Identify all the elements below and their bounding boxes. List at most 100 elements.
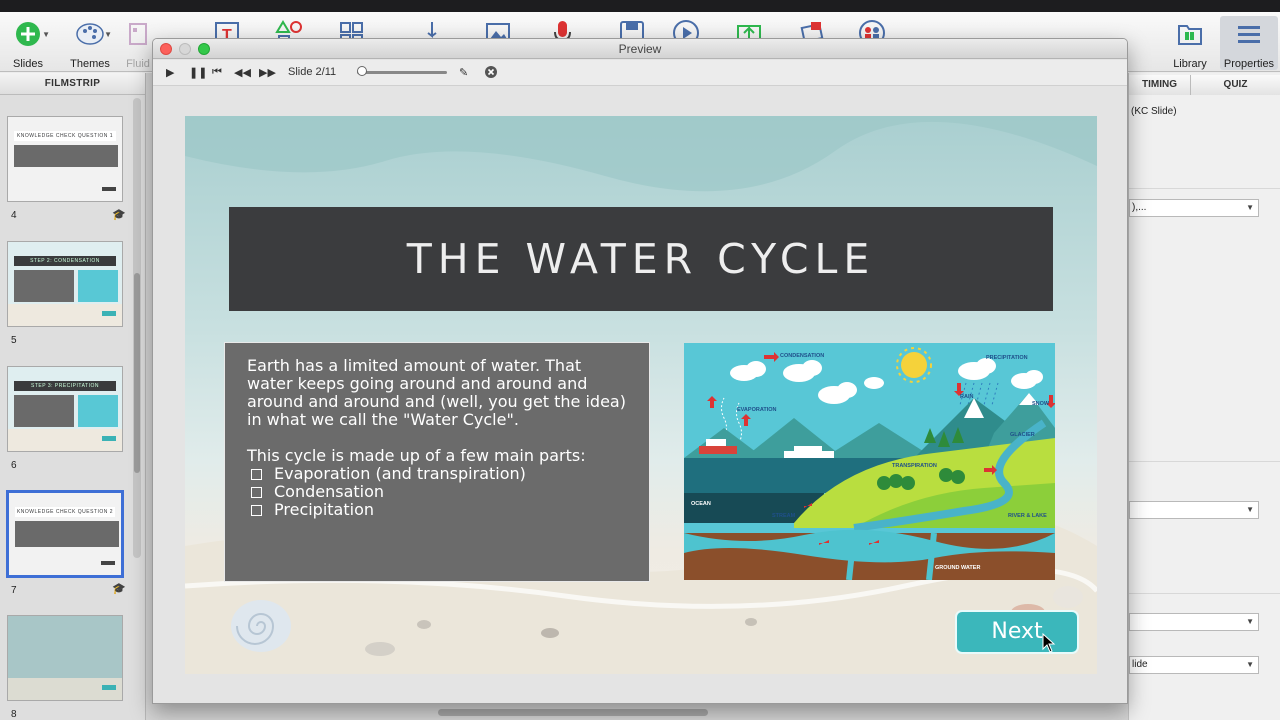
thumb-textbox: [14, 270, 74, 302]
tab-quiz[interactable]: QUIZ: [1191, 75, 1280, 95]
zoom-window-button[interactable]: [198, 43, 210, 55]
tab-timing[interactable]: TIMING: [1129, 75, 1191, 95]
water-cycle-illustration: CONDENSATION PRECIPITATION EVAPORATION R…: [684, 343, 1055, 580]
filmstrip-thumb-7[interactable]: KNOWLEDGE CHECK QUESTION 2: [6, 490, 124, 578]
slide-number: 8: [11, 709, 17, 720]
slides-label: Slides: [13, 58, 43, 70]
thumb-button: [101, 561, 115, 565]
slide-number: 4: [11, 210, 17, 221]
ocean-label: OCEAN: [691, 501, 711, 507]
library-label: Library: [1173, 58, 1207, 70]
slide-title: THE WATER CYCLE: [406, 235, 876, 283]
slide-type-label: (KC Slide): [1131, 106, 1177, 117]
pebble-decoration: [745, 618, 757, 626]
list-item-text: Evaporation (and transpiration): [274, 464, 526, 483]
filmstrip-thumb-8[interactable]: [7, 615, 123, 701]
thumb-title: STEP 2: CONDENSATION: [14, 256, 116, 266]
thumb-button: [102, 436, 116, 441]
properties-label: Properties: [1223, 58, 1275, 70]
scrollbar-thumb[interactable]: [134, 273, 140, 473]
thumb-title: KNOWLEDGE CHECK QUESTION 1: [14, 131, 116, 141]
pebble-decoration: [1053, 586, 1083, 608]
chevron-down-icon: ▼: [42, 30, 50, 39]
title-banner: THE WATER CYCLE: [229, 207, 1053, 311]
checkbox-icon: [251, 486, 262, 498]
dropdown-value: ),...: [1132, 202, 1147, 213]
filmstrip-thumb-5[interactable]: STEP 2: CONDENSATION: [7, 241, 123, 327]
previous-icon[interactable]: ◀◀: [234, 66, 251, 79]
properties-panel: TIMING QUIZ (KC Slide) ),... ▼ ▼ ▼ lide ▼: [1128, 73, 1280, 720]
seashell-decoration: [231, 600, 291, 652]
preview-window: Preview ▶ ❚❚ ⏮ ◀◀ ▶▶ Slide 2/11 ✎ THE WA…: [152, 38, 1128, 704]
pebble-decoration: [365, 642, 395, 656]
quiz-cap-icon: 🎓: [112, 583, 126, 595]
divider: [1129, 461, 1280, 462]
mouse-pointer-icon: [1042, 633, 1056, 653]
properties-button[interactable]: Properties: [1220, 16, 1278, 70]
quiz-cap-icon: 🎓: [112, 209, 126, 221]
transpiration-label: TRANSPIRATION: [892, 463, 937, 469]
fluid-boxes-icon: [129, 23, 147, 45]
minimize-window-button[interactable]: [179, 43, 191, 55]
dropdown-value: lide: [1132, 659, 1148, 670]
list-item-text: Precipitation: [274, 500, 375, 519]
pause-icon[interactable]: ❚❚: [189, 66, 207, 79]
next-button[interactable]: Next: [955, 610, 1079, 654]
filmstrip-panel: FILMSTRIP KNOWLEDGE CHECK QUESTION 1 4 🎓…: [0, 73, 146, 720]
slide-number: 7: [11, 585, 17, 596]
themes-label: Themes: [70, 58, 110, 70]
slide-number: 6: [11, 460, 17, 471]
evaporation-label: EVAPORATION: [737, 407, 777, 413]
checkbox-icon: [251, 468, 262, 480]
chevron-down-icon: ▼: [1246, 660, 1254, 669]
intro-paragraph: Earth has a limited amount of water. Tha…: [247, 356, 626, 429]
list-item-text: Condensation: [274, 482, 385, 501]
palette-icon: [76, 23, 104, 45]
slide-number: 5: [11, 335, 17, 346]
property-dropdown-4[interactable]: lide ▼: [1129, 656, 1259, 674]
content-textbox: Earth has a limited amount of water. Tha…: [224, 342, 650, 582]
chevron-down-icon: ▼: [1246, 505, 1254, 514]
horizontal-scrollbar[interactable]: [438, 709, 708, 716]
filmstrip-scrollbar[interactable]: [133, 98, 141, 558]
rain-label: RAIN: [960, 394, 973, 400]
close-preview-icon[interactable]: [484, 65, 498, 79]
filmstrip-thumb-4[interactable]: KNOWLEDGE CHECK QUESTION 1: [7, 116, 123, 202]
pebble-decoration: [541, 628, 559, 638]
river-lake-label: RIVER & LAKE: [1008, 513, 1047, 519]
themes-button[interactable]: ▼ Themes: [62, 16, 118, 70]
property-dropdown-1[interactable]: ),... ▼: [1129, 199, 1259, 217]
add-slide-icon: [16, 22, 40, 46]
property-dropdown-2[interactable]: ▼: [1129, 501, 1259, 519]
properties-list-icon: [1238, 26, 1260, 43]
preview-titlebar: Preview: [153, 39, 1127, 59]
chevron-down-icon: ▼: [104, 30, 112, 39]
playback-controls: ▶ ❚❚ ⏮ ◀◀ ▶▶ Slide 2/11 ✎: [153, 60, 1127, 86]
thumb-button: [102, 187, 116, 191]
thumb-button: [102, 311, 116, 316]
thumb-image: [78, 270, 118, 302]
list-heading: This cycle is made up of a few main part…: [247, 446, 586, 465]
pebble-decoration: [417, 620, 431, 629]
play-icon[interactable]: ▶: [166, 66, 174, 79]
preview-window-title: Preview: [618, 42, 662, 56]
progress-slider-track[interactable]: [357, 71, 447, 74]
list-item-precipitation: Precipitation: [247, 501, 627, 519]
slides-button[interactable]: ▼ Slides: [0, 16, 56, 70]
rewind-to-start-icon[interactable]: ⏮: [212, 66, 222, 79]
thumb-title: STEP 3: PRECIPITATION: [14, 381, 116, 391]
property-dropdown-3[interactable]: ▼: [1129, 613, 1259, 631]
condensation-label: CONDENSATION: [780, 353, 824, 359]
thumb-textbox: [15, 521, 119, 547]
next-icon[interactable]: ▶▶: [259, 66, 276, 79]
filmstrip-thumb-6[interactable]: STEP 3: PRECIPITATION: [7, 366, 123, 452]
pencil-icon[interactable]: ✎: [459, 66, 468, 79]
library-book-icon: [1178, 25, 1202, 45]
close-window-button[interactable]: [160, 43, 172, 55]
progress-slider-handle[interactable]: [356, 66, 367, 76]
chevron-down-icon: ▼: [1246, 203, 1254, 212]
slide-counter: Slide 2/11: [288, 66, 337, 78]
menu-bar-strip: [0, 0, 1280, 12]
library-button[interactable]: Library: [1162, 16, 1218, 70]
ground-water-label: GROUND WATER: [935, 565, 980, 571]
